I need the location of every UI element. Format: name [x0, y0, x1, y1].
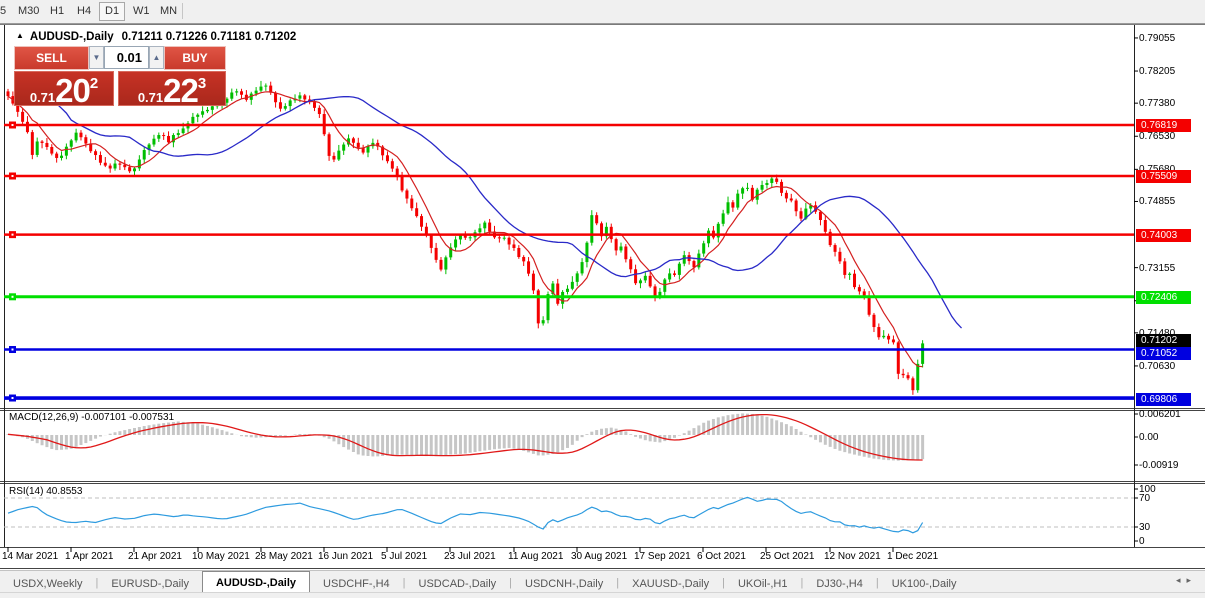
date-axis-label: 1 Dec 2021 [887, 551, 939, 562]
rsi-scale-label: 70 [1139, 493, 1151, 504]
current-price-label: 0.71202 [1136, 334, 1191, 347]
volume-increase-button[interactable]: ▲ [149, 46, 164, 69]
date-axis-label: 12 Nov 2021 [824, 551, 881, 562]
date-axis-label: 14 Mar 2021 [2, 551, 59, 562]
date-axis-label: 6 Oct 2021 [697, 551, 746, 562]
date-axis-label: 23 Jul 2021 [444, 551, 496, 562]
buy-price-big: 22 [163, 72, 199, 109]
hline-0.76819[interactable] [4, 121, 1134, 129]
rsi-scale-label: 0 [1139, 536, 1145, 547]
collapse-panel-icon[interactable]: ▲ [16, 31, 24, 40]
hline-0.74003[interactable] [4, 231, 1134, 239]
macd-label: MACD(12,26,9) -0.007101 -0.007531 [9, 412, 175, 423]
sell-button[interactable]: SELL [14, 46, 89, 70]
sell-price-big: 20 [55, 72, 91, 109]
level-price-label: 0.74003 [1136, 229, 1191, 242]
sell-price-pip: 2 [89, 75, 99, 92]
hline-0.71052[interactable] [4, 346, 1134, 354]
scale-tick-label: 0.73155 [1139, 262, 1176, 274]
date-axis-label: 11 Aug 2021 [508, 551, 564, 562]
date-axis-label: 30 Aug 2021 [571, 551, 628, 562]
hline-0.69806[interactable] [4, 394, 1134, 402]
volume-input[interactable]: 0.01 [104, 46, 149, 69]
sell-price-prefix: 0.71 [29, 90, 56, 105]
date-axis-label: 16 Jun 2021 [318, 551, 374, 562]
date-axis-label: 10 May 2021 [192, 551, 250, 562]
volume-decrease-button[interactable]: ▼ [89, 46, 104, 69]
date-axis-label: 5 Jul 2021 [381, 551, 428, 562]
level-price-label: 0.71052 [1136, 347, 1191, 360]
rsi-scale-label: 30 [1139, 522, 1151, 533]
mt4-window: 5 M30 H1 H4 D1 W1 MN ▲ AUDUSD-,Daily 0.71211 0.7… [0, 0, 1205, 598]
ohlc-values: 0.71211 0.71226 0.71181 0.71202 [121, 31, 297, 43]
macd-scale-label: 0.00 [1139, 432, 1159, 443]
status-strip [0, 592, 1205, 598]
scale-tick-label: 0.70630 [1139, 360, 1176, 372]
date-axis-label: 1 Apr 2021 [65, 551, 114, 562]
level-price-label: 0.75509 [1136, 170, 1191, 183]
tab-scroll-left-icon[interactable]: ◂ [1176, 575, 1187, 585]
date-axis-label: 21 Apr 2021 [128, 551, 182, 562]
rsi-label: RSI(14) 40.8553 [9, 486, 83, 497]
ma-fast-line [7, 91, 923, 368]
chart-title: ▲ AUDUSD-,Daily 0.71211 0.71226 0.71181 0.… [16, 31, 296, 43]
chart-tab-bar: USDX,Weekly | EURUSD-,Daily AUDUSD-,Daily US… [0, 570, 1205, 594]
macd-scale-label: -0.00919 [1139, 460, 1179, 471]
hline-0.75509[interactable] [4, 172, 1134, 180]
scale-tick-label: 0.77380 [1139, 98, 1176, 110]
level-price-label: 0.72406 [1136, 291, 1191, 304]
candlestick-series [6, 80, 925, 395]
buy-price-pip: 3 [197, 75, 207, 92]
tab-scroll-right-icon[interactable]: ▸ [1186, 575, 1197, 585]
scale-tick-label: 0.76530 [1139, 131, 1176, 143]
level-price-label: 0.69806 [1136, 393, 1191, 406]
symbol-title: AUDUSD-,Daily [29, 31, 114, 43]
level-price-label: 0.76819 [1136, 119, 1191, 132]
scale-tick-label: 0.78205 [1139, 66, 1176, 78]
scale-tick-label: 0.79055 [1139, 32, 1176, 44]
buy-button[interactable]: BUY [164, 46, 226, 70]
sell-price-button[interactable]: 0.71202 [14, 71, 114, 109]
tab-audusd-daily[interactable]: AUDUSD-,Daily [201, 571, 311, 594]
macd-scale-label: 0.006201 [1139, 409, 1181, 420]
tab-scroll-arrows[interactable]: ◂▸ [1176, 575, 1197, 586]
scale-tick-label: 0.74855 [1139, 196, 1176, 208]
date-axis-label: 17 Sep 2021 [634, 551, 691, 562]
buy-price-prefix: 0.71 [137, 90, 164, 105]
buy-price-button[interactable]: 0.71223 [118, 71, 226, 109]
date-axis-label: 25 Oct 2021 [760, 551, 815, 562]
date-axis-label: 28 May 2021 [255, 551, 313, 562]
